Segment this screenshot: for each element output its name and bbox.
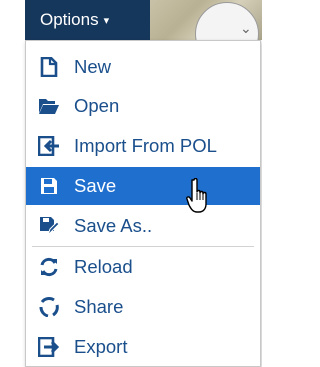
menu-item-label: Import From POL (74, 135, 217, 156)
menu-separator (32, 246, 254, 247)
options-dropdown-menu: New Open Import From POL Save Save As.. … (25, 40, 261, 367)
floppy-disk-icon (38, 175, 60, 197)
hand-pointer-cursor-icon (186, 177, 214, 214)
menu-item-label: Share (74, 296, 124, 317)
menu-item-save[interactable]: Save (26, 167, 260, 205)
menu-item-label: Save As.. (74, 215, 153, 236)
menu-item-label: Reload (74, 256, 133, 277)
options-button-label: Options (40, 10, 99, 29)
menu-item-reload[interactable]: Reload (26, 248, 260, 286)
chevron-down-icon: ⌄ (240, 20, 252, 36)
options-menu-button[interactable]: Options ▾ (25, 0, 150, 40)
menu-item-label: Save (74, 175, 117, 196)
menu-item-label: Export (74, 336, 128, 357)
menu-item-new[interactable]: New (26, 48, 260, 86)
reload-icon (38, 256, 60, 278)
menu-item-label: New (74, 56, 112, 77)
left-panel-edge (0, 0, 25, 367)
save-as-icon (38, 215, 60, 237)
export-icon (38, 336, 60, 358)
app-stage: ⌄ Options ▾ New Open Import From POL Sav… (0, 0, 262, 367)
menu-item-share[interactable]: Share (26, 288, 260, 326)
menu-item-export[interactable]: Export (26, 328, 260, 366)
folder-open-icon (38, 95, 60, 117)
menu-item-label: Open (74, 95, 120, 116)
caret-down-icon: ▾ (103, 14, 110, 27)
import-icon (38, 135, 60, 157)
menu-item-import-from-pol[interactable]: Import From POL (26, 127, 260, 165)
menu-item-save-as[interactable]: Save As.. (26, 207, 260, 245)
menu-item-open[interactable]: Open (26, 87, 260, 125)
new-file-icon (38, 56, 60, 78)
share-icon (38, 296, 60, 318)
